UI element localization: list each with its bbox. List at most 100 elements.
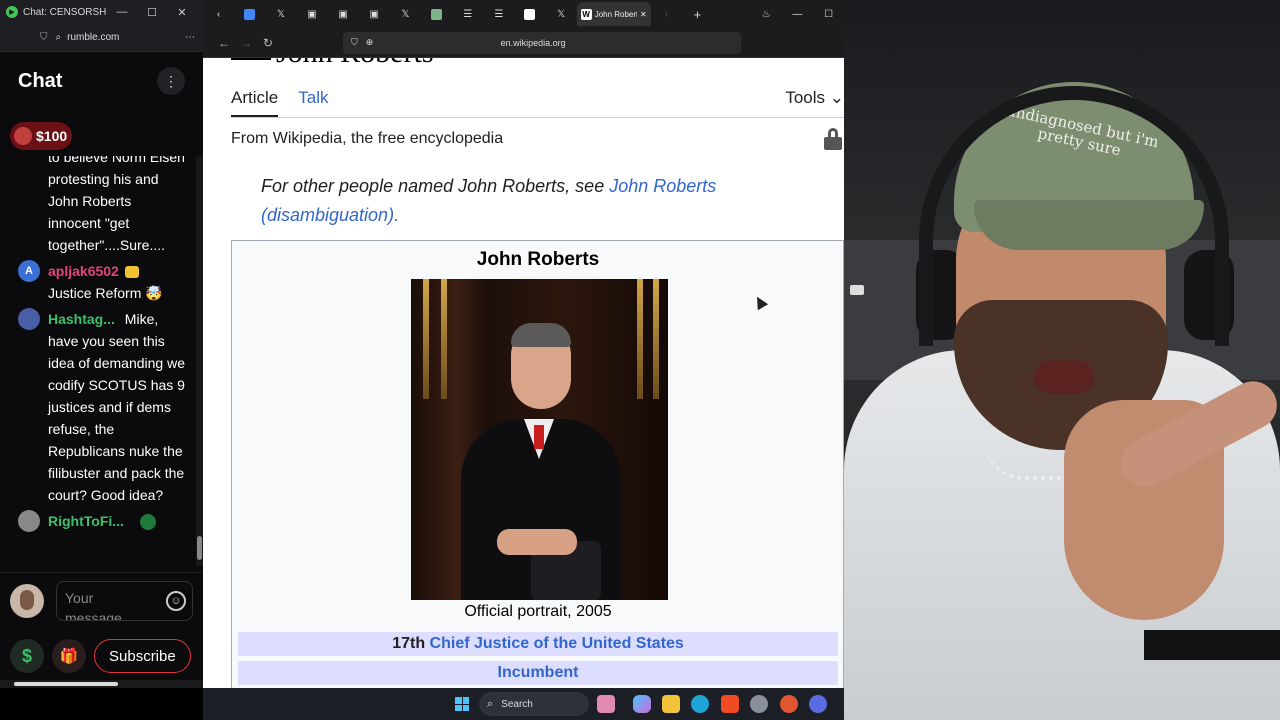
official-portrait-image[interactable] bbox=[411, 279, 668, 600]
obs-icon[interactable] bbox=[809, 695, 827, 713]
maximize-icon[interactable]: ☐ bbox=[813, 9, 844, 20]
tab-youtube[interactable]: ▣ bbox=[359, 9, 390, 20]
close-icon[interactable]: ✕ bbox=[167, 6, 197, 19]
youtube-icon: ▣ bbox=[338, 8, 348, 20]
chat-actions: $ 🎁 Subscribe bbox=[0, 634, 203, 678]
chat-username[interactable]: apljak6502 bbox=[48, 263, 119, 279]
chat-heading: Chat bbox=[18, 69, 63, 92]
subscribe-button[interactable]: Subscribe bbox=[94, 639, 191, 673]
tab-wikipedia[interactable] bbox=[514, 8, 545, 20]
tab-x[interactable]: 𝕏 bbox=[265, 9, 296, 20]
chat-username[interactable]: RightToFi... bbox=[48, 513, 124, 529]
chat-message-input[interactable]: Your message... ☺ bbox=[56, 580, 193, 621]
chat-url[interactable]: rumble.com bbox=[67, 32, 185, 43]
horizontal-scroll-thumb[interactable] bbox=[14, 682, 118, 686]
avatar[interactable]: A bbox=[18, 260, 40, 282]
rumble-logo-icon: ▶ bbox=[6, 6, 18, 18]
microphone-arm bbox=[1144, 630, 1280, 660]
tab-list[interactable]: ☰ bbox=[483, 9, 514, 20]
forward-icon[interactable]: → bbox=[235, 36, 257, 50]
chat-menu-button[interactable]: ⋮ bbox=[157, 67, 185, 95]
windows-start-icon[interactable] bbox=[455, 697, 469, 711]
portrait-caption: Official portrait, 2005 bbox=[464, 603, 612, 620]
zoom-icon[interactable]: ⊕ bbox=[366, 37, 374, 48]
address-url[interactable]: en.wikipedia.org bbox=[373, 38, 733, 48]
rant-amount: $100 bbox=[36, 128, 68, 144]
copilot-icon[interactable] bbox=[633, 695, 651, 713]
widgets-icon[interactable] bbox=[597, 695, 615, 713]
chat-scrollbar[interactable] bbox=[196, 156, 203, 566]
maximize-icon[interactable]: ☐ bbox=[137, 6, 167, 19]
incumbent-link[interactable]: Incumbent bbox=[498, 664, 579, 681]
tab-scroll-left-icon[interactable]: ‹ bbox=[203, 9, 234, 20]
brave-icon[interactable] bbox=[721, 695, 739, 713]
chat-message: Hashtag... Mike, have you seen this idea… bbox=[0, 308, 196, 506]
taskbar-search[interactable]: ⌕ Search bbox=[479, 692, 589, 716]
tab-x[interactable]: 𝕏 bbox=[546, 9, 577, 20]
chat-titlebar: ▶ Chat: CENSORSHIP — ☐ ✕ bbox=[0, 0, 203, 24]
close-tab-icon[interactable]: ✕ bbox=[640, 10, 647, 19]
chat-message: RightToFi... bbox=[0, 510, 196, 532]
minimize-icon[interactable]: — bbox=[107, 6, 137, 18]
browser-window: ‹ 𝕏 ▣ ▣ ▣ 𝕏 ☰ ☰ 𝕏 W John Roberts ✕ › + ♨… bbox=[203, 0, 844, 688]
youtube-icon: ▣ bbox=[307, 8, 317, 20]
tab-active[interactable]: W John Roberts ✕ bbox=[576, 2, 651, 26]
rant-badge[interactable]: $100 bbox=[10, 122, 72, 150]
edge-icon[interactable] bbox=[691, 695, 709, 713]
tools-menu[interactable]: Tools ⌄ bbox=[785, 88, 844, 108]
mouth bbox=[1034, 360, 1094, 394]
wiki-tabs: Article Talk Tools ⌄ bbox=[231, 86, 844, 118]
image-icon bbox=[431, 8, 443, 20]
app-icon[interactable] bbox=[780, 695, 798, 713]
more-icon[interactable]: ⋯ bbox=[185, 32, 195, 43]
docs-icon bbox=[244, 8, 256, 20]
new-tab-icon[interactable]: + bbox=[682, 7, 713, 22]
horizontal-scrollbar[interactable] bbox=[0, 680, 203, 688]
tab-image[interactable] bbox=[421, 8, 452, 20]
chat-message-list[interactable]: to believe Norm Eisen protesting his and… bbox=[0, 156, 196, 562]
emoji-icon[interactable]: ☺ bbox=[166, 590, 186, 611]
back-icon[interactable]: ← bbox=[213, 36, 235, 50]
gift-button[interactable]: 🎁 bbox=[52, 639, 86, 673]
headphone-band bbox=[919, 86, 1229, 346]
file-explorer-icon[interactable] bbox=[662, 695, 680, 713]
avatar[interactable] bbox=[18, 510, 40, 532]
chat-url-bar: ⛉ ⌕ rumble.com ⋯ bbox=[0, 24, 203, 52]
chat-input-placeholder: Your message... bbox=[65, 589, 134, 621]
webcam-feed: undiagnosed but i'm pretty sure bbox=[844, 0, 1280, 720]
list-icon: ☰ bbox=[494, 8, 504, 20]
settings-icon[interactable] bbox=[750, 695, 768, 713]
chat-window: ▶ Chat: CENSORSHIP — ☐ ✕ ⛉ ⌕ rumble.com … bbox=[0, 0, 203, 688]
flame-icon[interactable]: ♨ bbox=[751, 9, 782, 20]
chat-scroll-thumb[interactable] bbox=[197, 536, 202, 560]
tab-youtube[interactable]: ▣ bbox=[328, 9, 359, 20]
chat-message: A apljak6502 Justice Reform 🤯 bbox=[0, 260, 196, 304]
chat-header: Chat ⋮ bbox=[0, 52, 203, 110]
list-icon: ☰ bbox=[463, 8, 473, 20]
tab-youtube[interactable]: ▣ bbox=[296, 9, 327, 20]
x-icon: 𝕏 bbox=[557, 8, 566, 20]
wikipedia-page: John Roberts Article Talk Tools ⌄ From W… bbox=[203, 58, 844, 688]
address-bar[interactable]: ⛉ ⊕ en.wikipedia.org bbox=[343, 31, 741, 54]
shield-icon[interactable]: ⛉ bbox=[40, 32, 48, 43]
tab-list[interactable]: ☰ bbox=[452, 9, 483, 20]
active-tab-title: John Roberts bbox=[594, 9, 637, 19]
office-link[interactable]: Chief Justice of the United States bbox=[430, 635, 684, 652]
chat-window-title: Chat: CENSORSHIP bbox=[23, 6, 107, 18]
youtube-icon: ▣ bbox=[369, 8, 379, 20]
hatnote-text: For other people named John Roberts, see bbox=[261, 176, 610, 196]
lock-icon[interactable] bbox=[824, 128, 842, 150]
tab-talk[interactable]: Talk bbox=[298, 86, 328, 117]
avatar bbox=[18, 156, 40, 168]
chat-message-text: Mike, have you seen this idea of demandi… bbox=[48, 311, 185, 503]
reload-icon[interactable]: ↻ bbox=[257, 36, 279, 50]
tab-article[interactable]: Article bbox=[231, 86, 279, 117]
chat-username[interactable]: Hashtag... bbox=[48, 311, 115, 327]
tab-scroll-right-icon[interactable]: › bbox=[651, 9, 682, 20]
tab-docs[interactable] bbox=[234, 8, 265, 20]
minimize-icon[interactable]: — bbox=[782, 9, 813, 20]
tab-x[interactable]: 𝕏 bbox=[390, 9, 421, 20]
shield-icon[interactable]: ⛉ bbox=[351, 37, 358, 48]
rant-button[interactable]: $ bbox=[10, 639, 44, 673]
avatar[interactable] bbox=[18, 308, 40, 330]
